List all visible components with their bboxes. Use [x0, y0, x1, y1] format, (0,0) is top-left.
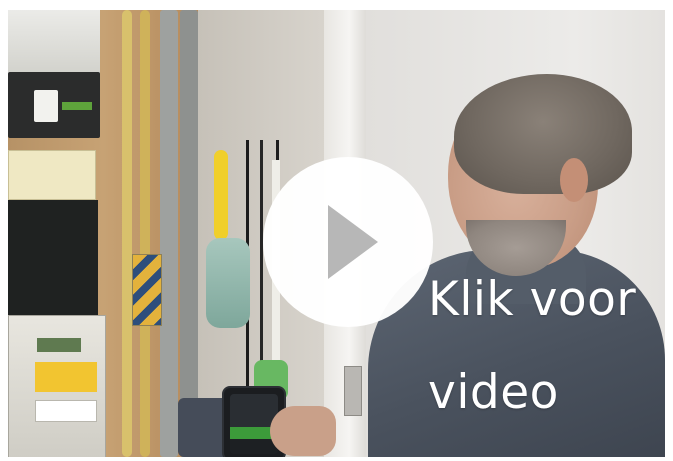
breaker-switch: [34, 90, 58, 122]
meter-display: [37, 338, 81, 352]
video-thumbnail[interactable]: Klik voor video: [8, 10, 665, 457]
play-icon: [328, 205, 378, 279]
play-button[interactable]: [263, 157, 433, 327]
meter-label: [35, 362, 97, 392]
paper-note: [8, 150, 96, 200]
meter-card: [35, 400, 97, 422]
striped-sticker: [132, 254, 162, 326]
overlay-text-line1: Klik voor: [428, 272, 637, 327]
conduit-pipe: [180, 10, 198, 457]
black-enclosure: [8, 200, 98, 330]
door-hinge: [344, 366, 362, 416]
electricity-meter: [8, 315, 106, 457]
cable: [140, 10, 150, 457]
conduit-pipe: [160, 10, 178, 457]
meter-top: [8, 10, 100, 76]
person-hair: [454, 74, 632, 194]
yellow-brush: [214, 150, 228, 240]
duster: [206, 238, 250, 328]
person-hand: [270, 406, 336, 456]
overlay-text-line2: video: [428, 365, 559, 420]
breaker-label: [62, 102, 92, 110]
person-ear: [560, 158, 588, 202]
cable: [122, 10, 132, 457]
main-breaker: [8, 72, 100, 138]
